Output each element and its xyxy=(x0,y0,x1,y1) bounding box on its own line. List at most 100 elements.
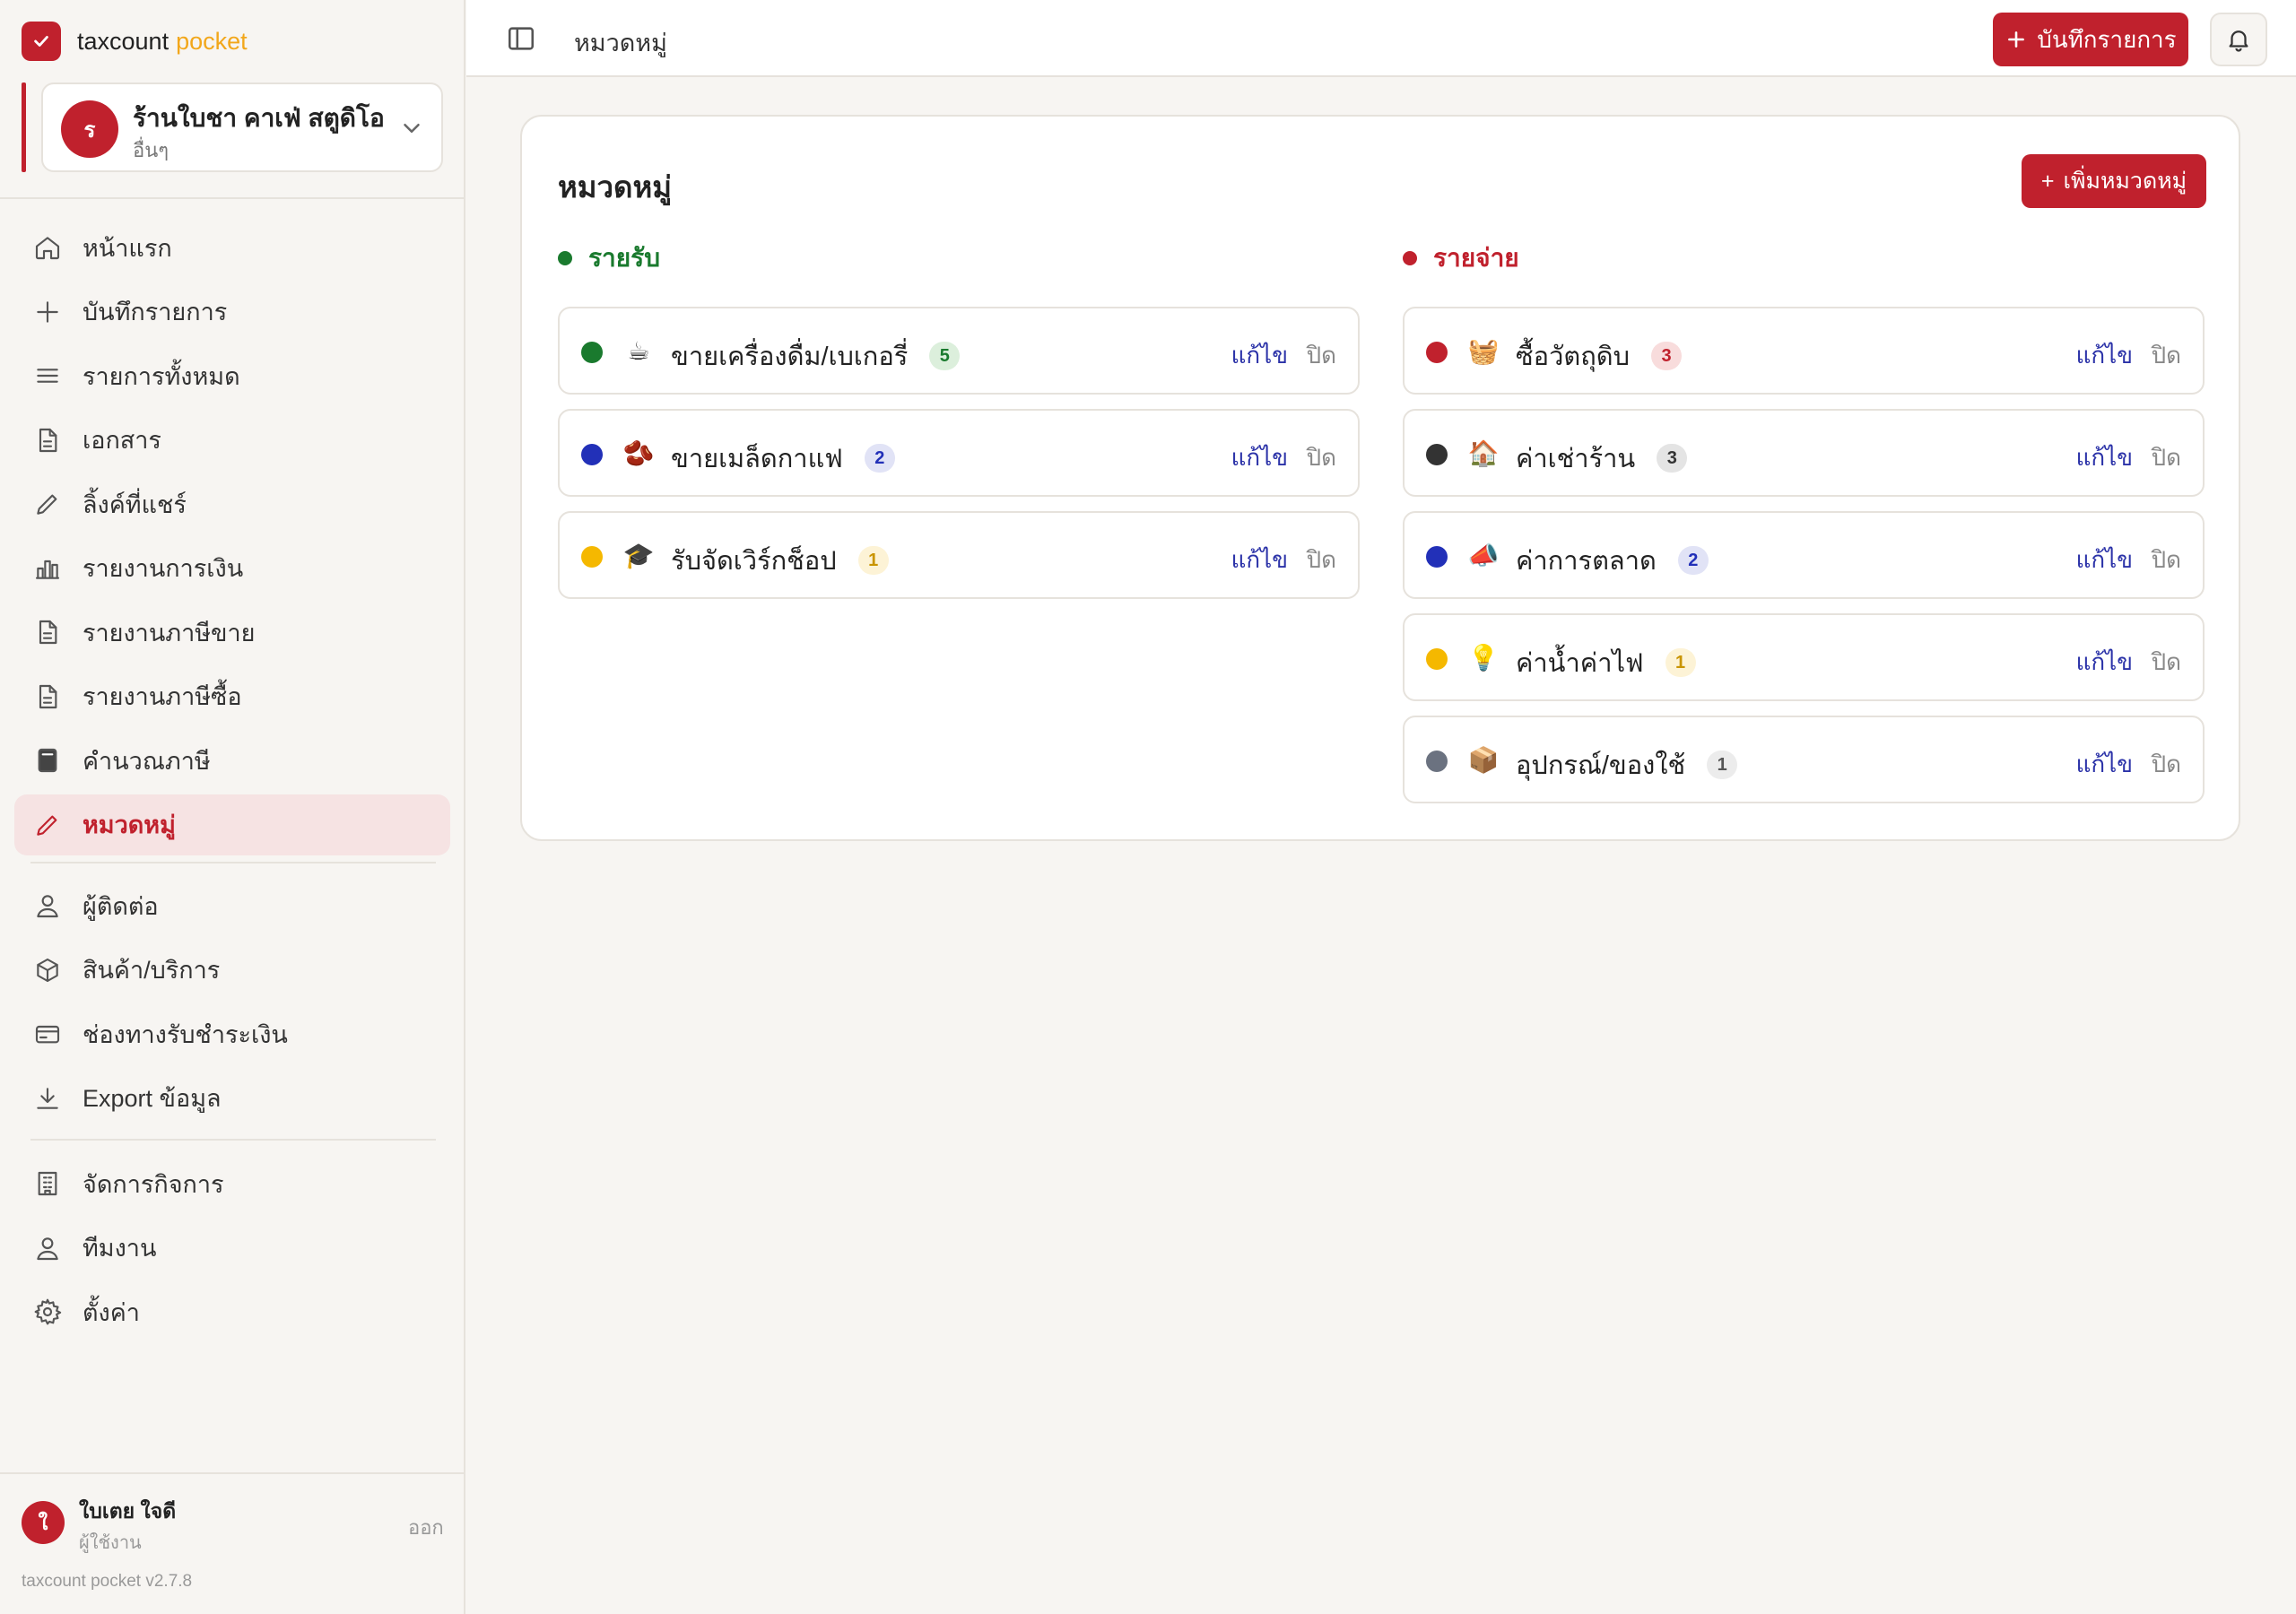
category-name-wrap: ค่าการตลาด 2 xyxy=(1516,540,1709,581)
close-category-button[interactable]: ปิด xyxy=(2152,542,2181,578)
category-count-badge: 1 xyxy=(1665,648,1696,677)
category-name-wrap: ค่าเช่าร้าน 3 xyxy=(1516,438,1688,479)
close-category-button[interactable]: ปิด xyxy=(2152,337,2181,374)
sidebar: taxcount pocket ร ร้านใบชา คาเฟ่ สตูดิโอ… xyxy=(0,0,465,1614)
sidebar-item-contacts[interactable]: ผู้ติดต่อ xyxy=(14,875,450,936)
sidebar-item-label: เอกสาร xyxy=(83,427,161,454)
logout-button[interactable]: ออก xyxy=(408,1512,444,1543)
sidebar-item-business[interactable]: จัดการกิจการ xyxy=(14,1153,450,1214)
category-row[interactable]: 💡 ค่าน้ำค่าไฟ 1 แก้ไข ปิด xyxy=(1403,613,2205,701)
close-category-button[interactable]: ปิด xyxy=(1307,337,1336,374)
sidebar-item-calc[interactable]: คำนวณภาษี xyxy=(14,730,450,791)
record-transaction-button[interactable]: บันทึกรายการ xyxy=(1993,13,2188,66)
category-color-dot xyxy=(581,546,603,568)
category-name: รับจัดเวิร์กช็อป xyxy=(671,547,837,576)
edit-category-button[interactable]: แก้ไข xyxy=(1231,337,1288,374)
box-icon xyxy=(32,955,63,985)
category-emoji-icon: 🧺 xyxy=(1467,337,1500,365)
category-emoji-icon: 🫘 xyxy=(622,439,655,467)
sidebar-item-sales-tax[interactable]: รายงานภาษีขาย xyxy=(14,602,450,663)
document-icon xyxy=(32,681,63,712)
edit-category-button[interactable]: แก้ไข xyxy=(2076,542,2133,578)
category-name: ค่าการตลาด xyxy=(1516,547,1657,576)
close-category-button[interactable]: ปิด xyxy=(1307,439,1336,476)
building-icon xyxy=(32,1168,63,1199)
sidebar-item-label: ทีมงาน xyxy=(83,1235,157,1262)
sidebar-item-finance[interactable]: รายงานการเงิน xyxy=(14,538,450,599)
sidebar-item-all[interactable]: รายการทั้งหมด xyxy=(14,345,450,406)
category-emoji-icon: 🏠 xyxy=(1467,439,1500,467)
page-title: หมวดหมู่ xyxy=(558,170,672,204)
business-card[interactable]: ร ร้านใบชา คาเฟ่ สตูดิโอ อื่นๆ xyxy=(41,82,443,172)
category-color-dot xyxy=(1426,444,1448,465)
edit-category-button[interactable]: แก้ไข xyxy=(1231,542,1288,578)
sidebar-item-label: คำนวณภาษี xyxy=(83,747,211,775)
category-row[interactable]: 🧺 ซื้อวัตถุดิบ 3 แก้ไข ปิด xyxy=(1403,307,2205,395)
sidebar-item-record[interactable]: บันทึกรายการ xyxy=(14,282,450,343)
category-count-badge: 1 xyxy=(857,546,889,575)
sidebar-item-products[interactable]: สินค้า/บริการ xyxy=(14,940,450,1001)
category-count-badge: 2 xyxy=(864,444,895,473)
category-color-dot xyxy=(581,444,603,465)
sidebar-item-label: จัดการกิจการ xyxy=(83,1170,224,1198)
close-category-button[interactable]: ปิด xyxy=(2152,644,2181,681)
close-category-button[interactable]: ปิด xyxy=(2152,746,2181,783)
pencil-icon xyxy=(32,489,63,519)
edit-category-button[interactable]: แก้ไข xyxy=(2076,644,2133,681)
business-name: ร้านใบชา คาเฟ่ สตูดิโอ xyxy=(133,104,385,132)
category-count-badge: 5 xyxy=(929,342,961,370)
sidebar-item-settings[interactable]: ตั้งค่า xyxy=(14,1281,450,1342)
add-category-button[interactable]: + เพิ่มหมวดหมู่ xyxy=(2022,154,2206,208)
avatar[interactable]: ใ xyxy=(22,1501,65,1544)
close-category-button[interactable]: ปิด xyxy=(1307,542,1336,578)
check-icon xyxy=(34,36,48,47)
sidebar-item-label: ช่องทางรับชำระเงิน xyxy=(83,1020,288,1048)
chevron-down-icon[interactable] xyxy=(398,115,425,142)
building-icon xyxy=(38,1171,57,1196)
sidebar-item-docs[interactable]: เอกสาร xyxy=(14,410,450,471)
category-row[interactable]: 🫘 ขายเมล็ดกาแฟ 2 แก้ไข ปิด xyxy=(558,409,1360,497)
category-emoji-icon: 🎓 xyxy=(622,542,655,569)
pencil-icon xyxy=(37,494,57,515)
credit-card-icon xyxy=(35,1025,60,1044)
sidebar-item-purchase-tax[interactable]: รายงานภาษีซื้อ xyxy=(14,666,450,727)
brand[interactable]: taxcount pocket xyxy=(22,22,248,61)
plus-icon xyxy=(32,297,63,327)
category-row[interactable]: 📣 ค่าการตลาด 2 แก้ไข ปิด xyxy=(1403,511,2205,599)
close-category-button[interactable]: ปิด xyxy=(2152,439,2181,476)
add-category-label: เพิ่มหมวดหมู่ xyxy=(2063,169,2187,194)
document-icon xyxy=(39,620,57,645)
sidebar-toggle-icon[interactable] xyxy=(506,23,536,54)
sidebar-item-payments[interactable]: ช่องทางรับชำระเงิน xyxy=(14,1003,450,1064)
edit-category-button[interactable]: แก้ไข xyxy=(2076,746,2133,783)
category-row[interactable]: 🏠 ค่าเช่าร้าน 3 แก้ไข ปิด xyxy=(1403,409,2205,497)
calculator-icon xyxy=(38,748,57,773)
sidebar-item-team[interactable]: ทีมงาน xyxy=(14,1218,450,1279)
business-accent-bar xyxy=(22,82,26,172)
business-switcher[interactable]: ร ร้านใบชา คาเฟ่ สตูดิโอ อื่นๆ xyxy=(22,82,443,172)
category-color-dot xyxy=(1426,648,1448,670)
edit-category-button[interactable]: แก้ไข xyxy=(2076,337,2133,374)
breadcrumb: หมวดหมู่ xyxy=(574,30,667,56)
sidebar-item-label: รายการทั้งหมด xyxy=(83,362,240,390)
document-icon xyxy=(39,684,57,708)
document-icon xyxy=(32,617,63,647)
category-row[interactable]: 🎓 รับจัดเวิร์กช็อป 1 แก้ไข ปิด xyxy=(558,511,1360,599)
category-row[interactable]: 📦 อุปกรณ์/ของใช้ 1 แก้ไข ปิด xyxy=(1403,716,2205,803)
sidebar-item-categories[interactable]: หมวดหมู่ xyxy=(14,794,450,855)
sidebar-item-home[interactable]: หน้าแรก xyxy=(14,217,450,278)
income-dot xyxy=(558,251,572,265)
user-icon xyxy=(37,1237,58,1260)
categories-card: หมวดหมู่ + เพิ่มหมวดหมู่ รายรับ รายจ่าย … xyxy=(520,115,2240,841)
sidebar-item-share[interactable]: ลิ้งค์ที่แชร์ xyxy=(14,473,450,534)
edit-category-button[interactable]: แก้ไข xyxy=(1231,439,1288,476)
category-count-badge: 1 xyxy=(1707,751,1738,779)
edit-category-button[interactable]: แก้ไข xyxy=(2076,439,2133,476)
expense-heading: รายจ่าย xyxy=(1403,239,1519,278)
category-row[interactable]: ☕ ขายเครื่องดื่ม/เบเกอรี่ 5 แก้ไข ปิด xyxy=(558,307,1360,395)
bar-chart-icon xyxy=(35,560,60,579)
notifications-button[interactable] xyxy=(2210,13,2267,66)
category-name-wrap: ขายเมล็ดกาแฟ 2 xyxy=(671,438,895,479)
record-transaction-label: บันทึกรายการ xyxy=(2037,25,2177,53)
sidebar-item-export[interactable]: Export ข้อมูล xyxy=(14,1068,450,1129)
